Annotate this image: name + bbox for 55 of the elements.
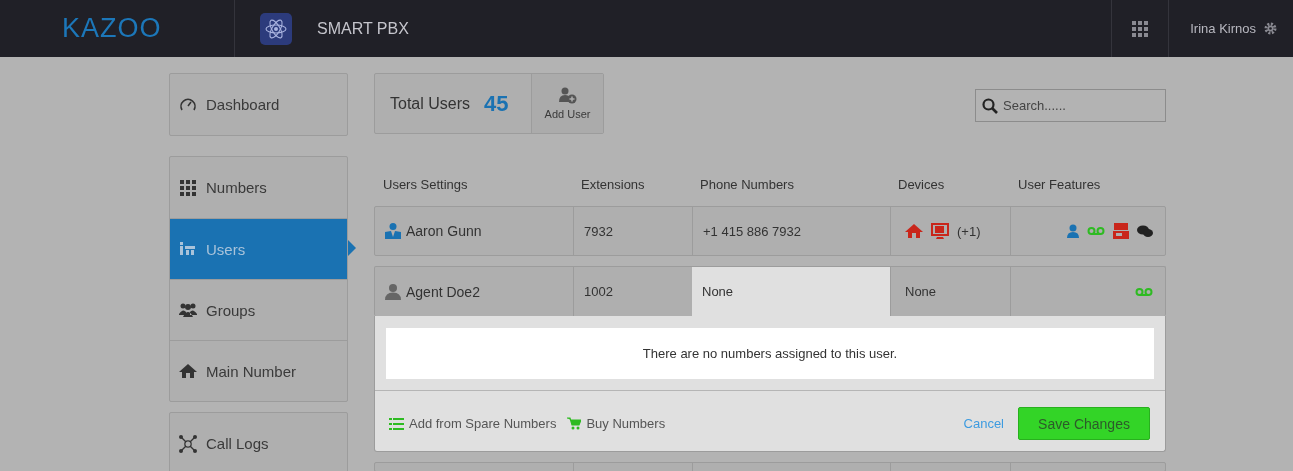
home-icon xyxy=(179,363,197,379)
search-field[interactable]: Search...... xyxy=(975,89,1166,122)
voicemail-icon xyxy=(1135,286,1153,297)
sidebar-item[interactable]: Main Number xyxy=(170,340,347,401)
monitor-phone-icon xyxy=(931,222,949,240)
column-header: Users Settings xyxy=(382,176,469,192)
user-icon xyxy=(385,283,401,300)
table-row[interactable]: Agent Doe2 1002 None None xyxy=(374,266,1166,316)
sidebar-item[interactable]: Groups xyxy=(170,279,347,340)
devices-text[interactable]: None xyxy=(905,284,937,299)
add-user-button[interactable]: Add User xyxy=(531,74,603,133)
grid-icon xyxy=(179,178,197,197)
sidebar-item[interactable]: Call Logs xyxy=(170,413,347,471)
search-input[interactable]: Search...... xyxy=(1001,97,1155,114)
settings-icon xyxy=(1264,22,1277,35)
voicemail-icon xyxy=(1087,226,1105,236)
fax-icon xyxy=(1113,222,1129,240)
users-icon xyxy=(179,240,197,258)
extension-cell: 7932 xyxy=(584,223,613,239)
extension-cell: 1002 xyxy=(584,284,613,299)
devices-text[interactable]: (+1) xyxy=(957,223,981,239)
apps-grid-button[interactable] xyxy=(1111,0,1170,57)
network-icon xyxy=(179,434,197,453)
user-icon xyxy=(1067,224,1079,238)
user-name-cell[interactable]: Aaron Gunn xyxy=(406,223,482,239)
column-header: Devices xyxy=(897,176,946,192)
column-header: Extensions xyxy=(580,176,646,192)
home-icon xyxy=(905,223,923,239)
total-users-count: 45 xyxy=(484,90,509,117)
app-title: SMART PBX xyxy=(317,19,409,38)
sidebar-item[interactable]: Numbers xyxy=(170,157,347,218)
add-user-icon xyxy=(558,87,577,104)
pointer-arrow xyxy=(348,240,356,256)
save-button[interactable]: Save Changes xyxy=(1018,407,1150,440)
grid-icon xyxy=(1132,20,1149,37)
chat-icon xyxy=(1137,224,1153,238)
search-icon xyxy=(982,97,998,114)
group-icon xyxy=(179,302,197,318)
app-icon xyxy=(260,12,292,45)
user-name[interactable]: Irina Kirnos xyxy=(1190,21,1256,36)
user-tie-icon xyxy=(385,223,401,239)
empty-message: There are no numbers assigned to this user. xyxy=(642,346,898,361)
column-header: User Features xyxy=(1017,176,1102,192)
action-link[interactable]: Add from Spare Numbers xyxy=(389,416,557,431)
sidebar-item[interactable]: Dashboard xyxy=(170,74,347,135)
logo: KAZOO xyxy=(62,13,162,44)
column-header: Phone Numbers xyxy=(699,176,795,192)
cart-icon xyxy=(567,417,582,430)
action-link[interactable]: Buy Numbers xyxy=(567,416,666,431)
user-name-cell[interactable]: Agent Doe2 xyxy=(406,283,480,300)
table-row[interactable]: Aaron Gunn 7932 +1 415 886 7932 (+1) xyxy=(374,206,1166,256)
phone-number-cell[interactable]: None xyxy=(692,267,890,316)
total-users-label: Total Users xyxy=(390,94,471,113)
list-icon xyxy=(389,417,404,430)
phone-number-cell[interactable]: +1 415 886 7932 xyxy=(692,207,890,255)
